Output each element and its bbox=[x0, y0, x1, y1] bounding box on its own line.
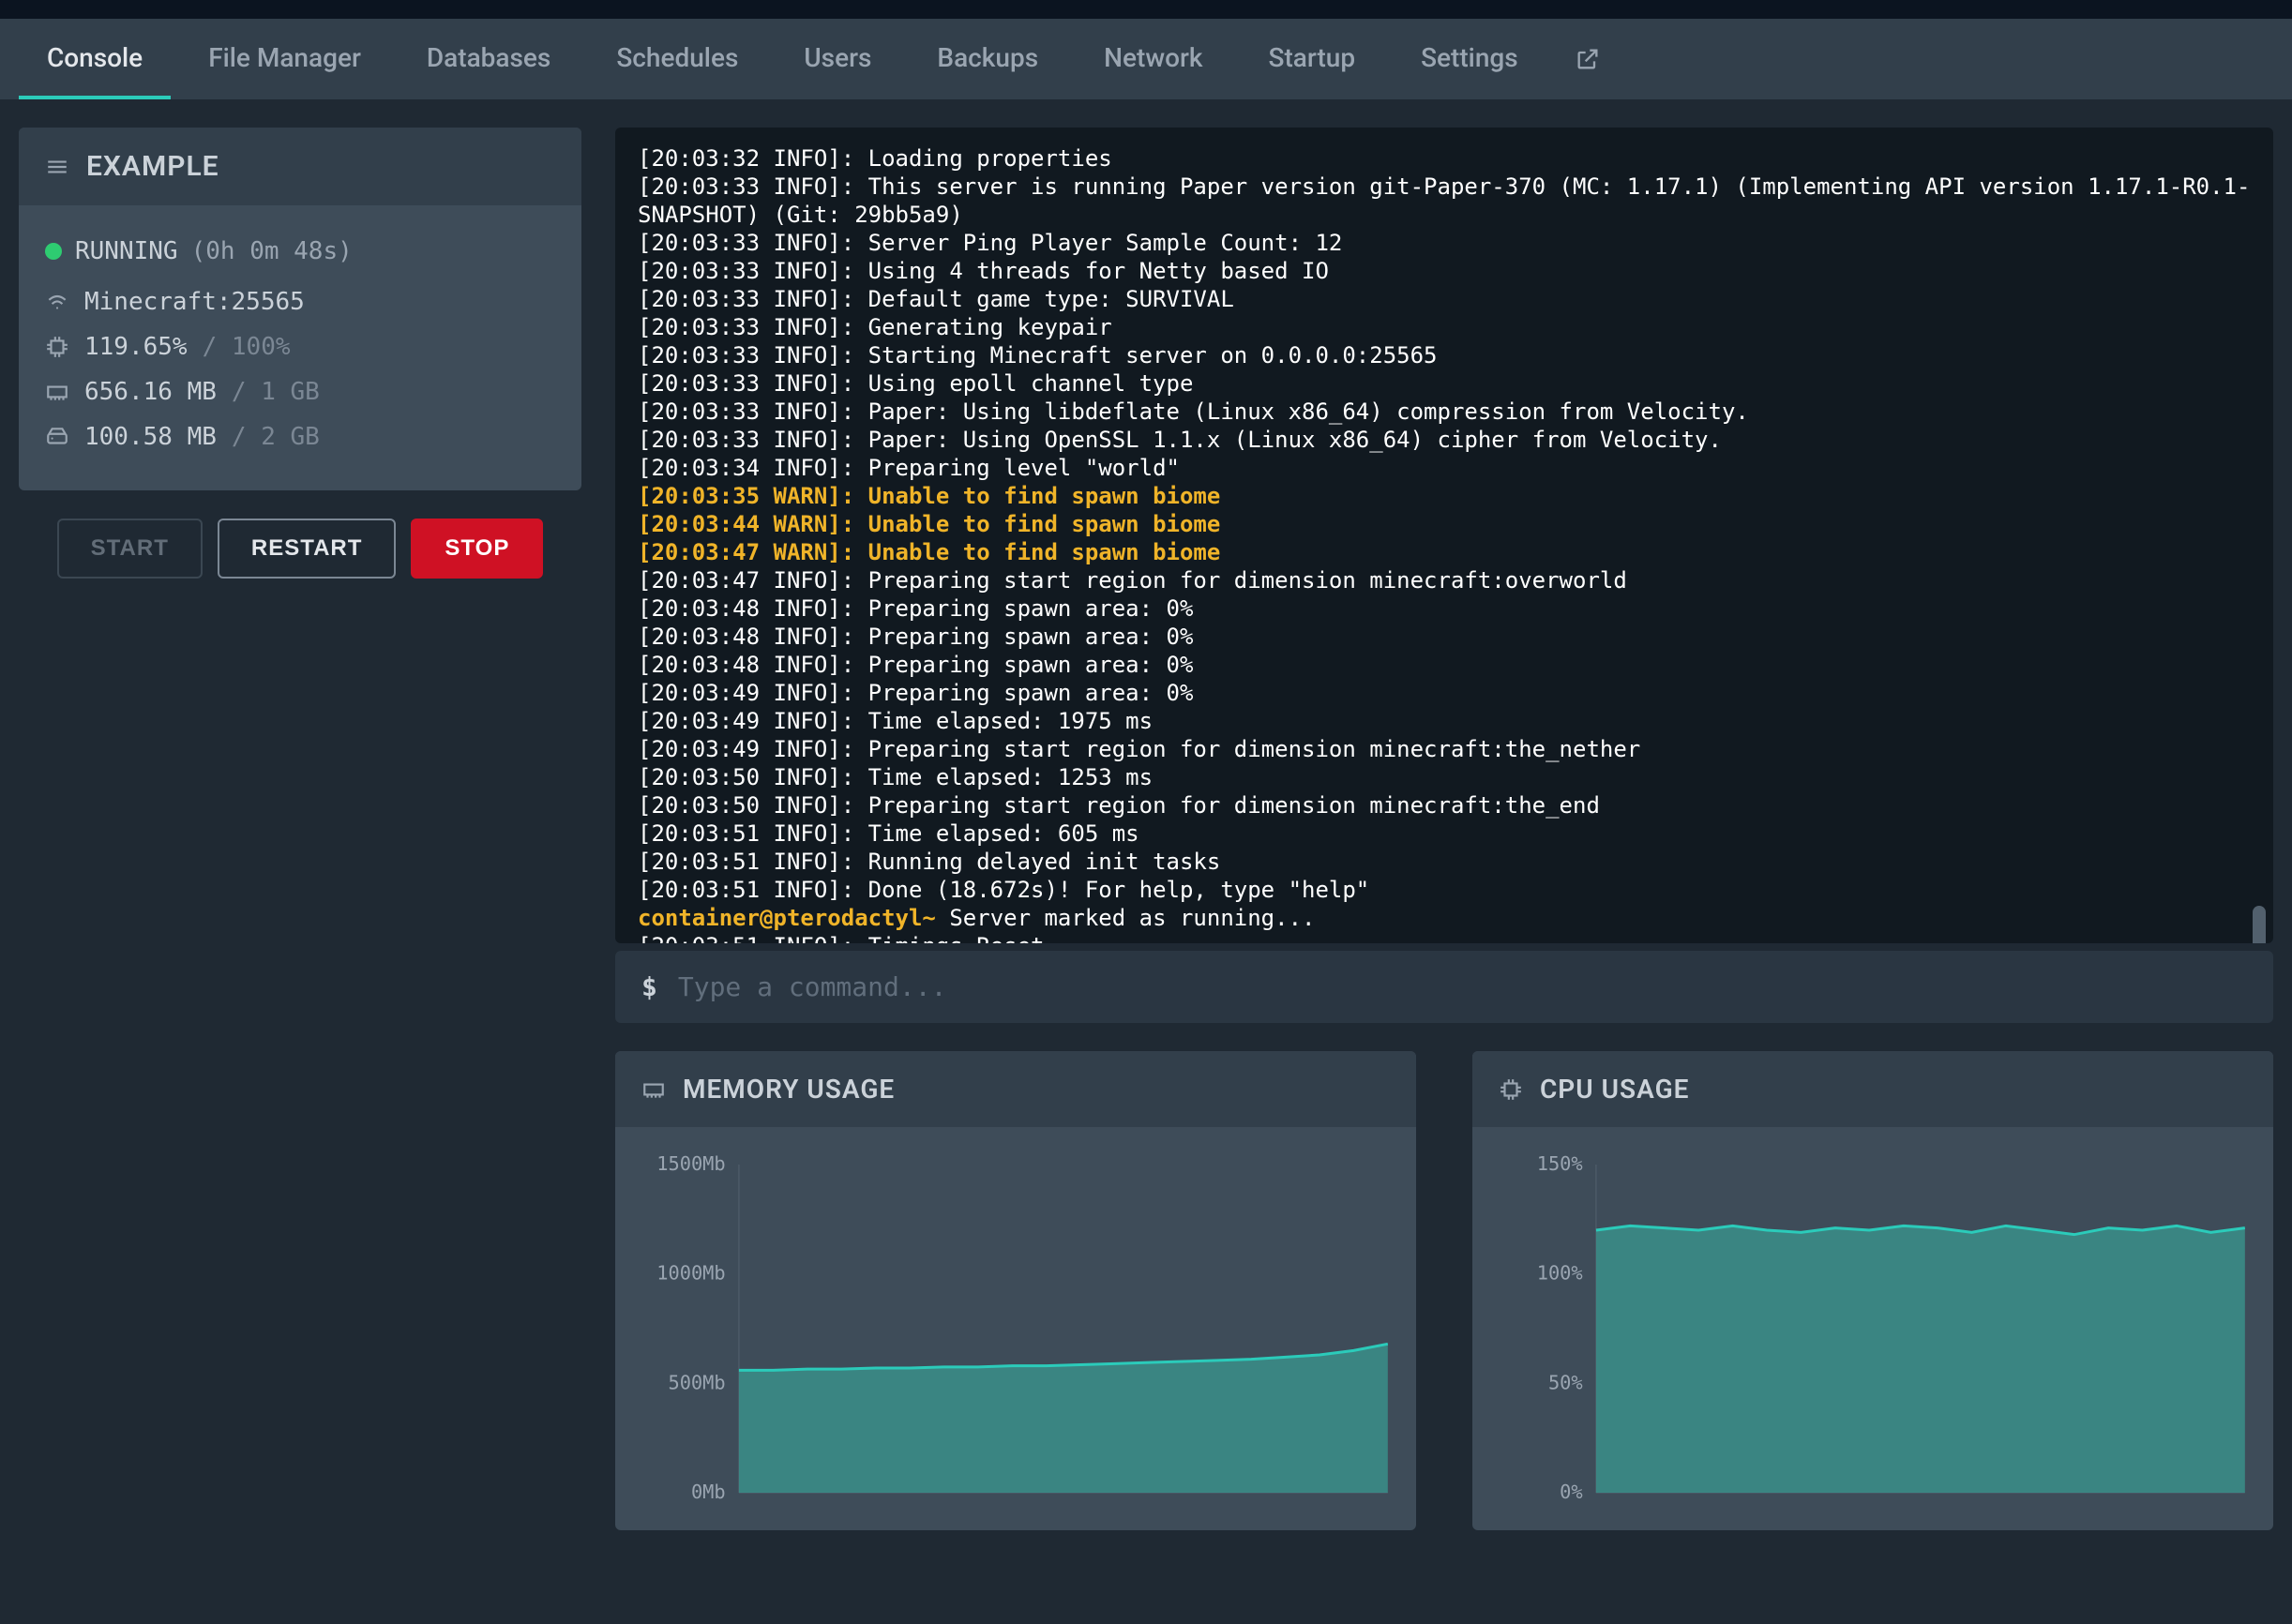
console-line: [20:03:32 INFO]: Loading properties bbox=[638, 144, 2251, 173]
svg-text:50%: 50% bbox=[1548, 1371, 1583, 1393]
chip-icon bbox=[45, 335, 69, 359]
server-card-header: EXAMPLE bbox=[19, 128, 581, 205]
start-button[interactable]: START bbox=[57, 519, 203, 579]
hdd-icon bbox=[45, 425, 69, 449]
external-link-icon[interactable] bbox=[1556, 46, 1620, 72]
tab-network[interactable]: Network bbox=[1076, 19, 1230, 99]
console-line: [20:03:48 INFO]: Preparing spawn area: 0… bbox=[638, 623, 2251, 651]
cpu-chart: 0% 50% 100% 150% bbox=[1491, 1155, 2254, 1502]
console-line: [20:03:33 INFO]: Generating keypair bbox=[638, 313, 2251, 341]
memory-row: 656.16 MB / 1 GB bbox=[45, 378, 555, 406]
cpu-value: 119.65% bbox=[84, 333, 188, 361]
console-line: [20:03:33 INFO]: Server Ping Player Samp… bbox=[638, 229, 2251, 257]
cpu-row: 119.65% / 100% bbox=[45, 333, 555, 361]
status-row: RUNNING (0h 0m 48s) bbox=[45, 237, 555, 265]
console-line: container@pterodactyl~ Server marked as … bbox=[638, 904, 2251, 932]
console-line: [20:03:33 INFO]: Paper: Using OpenSSL 1.… bbox=[638, 426, 2251, 454]
tab-backups[interactable]: Backups bbox=[909, 19, 1066, 99]
navbar: ConsoleFile ManagerDatabasesSchedulesUse… bbox=[0, 19, 2292, 99]
memory-chart: 0Mb 500Mb 1000Mb 1500Mb bbox=[634, 1155, 1397, 1502]
memory-value: 656.16 MB bbox=[84, 378, 217, 406]
memory-chart-card: MEMORY USAGE 0Mb 500Mb 1000Mb 1500Mb bbox=[615, 1051, 1416, 1530]
server-name: EXAMPLE bbox=[86, 150, 219, 183]
console-line: [20:03:51 INFO]: Timings Reset bbox=[638, 932, 2251, 943]
console-line: [20:03:33 INFO]: Using 4 threads for Net… bbox=[638, 257, 2251, 285]
server-card: EXAMPLE RUNNING (0h 0m 48s) Minecraft:25… bbox=[19, 128, 581, 490]
svg-text:1500Mb: 1500Mb bbox=[656, 1155, 725, 1175]
tab-console[interactable]: Console bbox=[19, 19, 171, 99]
console-line: [20:03:47 WARN]: Unable to find spawn bi… bbox=[638, 538, 2251, 566]
tab-schedules[interactable]: Schedules bbox=[588, 19, 766, 99]
command-input[interactable] bbox=[678, 971, 2247, 1002]
console-line: [20:03:34 INFO]: Preparing level "world" bbox=[638, 454, 2251, 482]
disk-limit: / 2 GB bbox=[232, 423, 320, 451]
status-label: RUNNING bbox=[75, 237, 178, 265]
status-dot-icon bbox=[45, 243, 62, 260]
scrollbar-thumb[interactable] bbox=[2253, 906, 2266, 943]
tab-users[interactable]: Users bbox=[776, 19, 899, 99]
tab-startup[interactable]: Startup bbox=[1240, 19, 1383, 99]
console-line: [20:03:33 INFO]: This server is running … bbox=[638, 173, 2251, 229]
console-line: [20:03:33 INFO]: Paper: Using libdeflate… bbox=[638, 398, 2251, 426]
address-value: Minecraft:25565 bbox=[84, 288, 305, 316]
svg-text:0%: 0% bbox=[1560, 1481, 1582, 1502]
memory-chart-title: MEMORY USAGE bbox=[683, 1074, 895, 1105]
svg-text:0Mb: 0Mb bbox=[691, 1481, 726, 1502]
memory-icon bbox=[641, 1077, 666, 1102]
console-line: [20:03:49 INFO]: Preparing start region … bbox=[638, 735, 2251, 763]
prompt-symbol: $ bbox=[641, 971, 657, 1002]
svg-text:500Mb: 500Mb bbox=[668, 1371, 725, 1393]
console-line: [20:03:50 INFO]: Preparing start region … bbox=[638, 791, 2251, 820]
console-line: [20:03:33 INFO]: Default game type: SURV… bbox=[638, 285, 2251, 313]
address-row: Minecraft:25565 bbox=[45, 288, 555, 316]
disk-row: 100.58 MB / 2 GB bbox=[45, 423, 555, 451]
restart-button[interactable]: RESTART bbox=[218, 519, 397, 579]
chip-icon bbox=[1499, 1077, 1523, 1102]
cpu-limit: / 100% bbox=[203, 333, 291, 361]
power-buttons: START RESTART STOP bbox=[19, 490, 581, 588]
console-line: [20:03:33 INFO]: Starting Minecraft serv… bbox=[638, 341, 2251, 369]
wifi-icon bbox=[45, 290, 69, 314]
cpu-chart-card: CPU USAGE 0% 50% 100% 150% bbox=[1472, 1051, 2273, 1530]
tab-file-manager[interactable]: File Manager bbox=[180, 19, 389, 99]
console-line: [20:03:51 INFO]: Done (18.672s)! For hel… bbox=[638, 876, 2251, 904]
layers-icon bbox=[45, 155, 69, 179]
console-line: [20:03:49 INFO]: Time elapsed: 1975 ms bbox=[638, 707, 2251, 735]
console-line: [20:03:48 INFO]: Preparing spawn area: 0… bbox=[638, 651, 2251, 679]
cpu-chart-title: CPU USAGE bbox=[1540, 1074, 1689, 1105]
console-line: [20:03:33 INFO]: Using epoll channel typ… bbox=[638, 369, 2251, 398]
disk-value: 100.58 MB bbox=[84, 423, 217, 451]
svg-text:1000Mb: 1000Mb bbox=[656, 1262, 725, 1285]
console-line: [20:03:49 INFO]: Preparing spawn area: 0… bbox=[638, 679, 2251, 707]
console-line: [20:03:48 INFO]: Preparing spawn area: 0… bbox=[638, 594, 2251, 623]
console-line: [20:03:47 INFO]: Preparing start region … bbox=[638, 566, 2251, 594]
top-strip bbox=[0, 0, 2292, 19]
tab-settings[interactable]: Settings bbox=[1393, 19, 1546, 99]
tab-databases[interactable]: Databases bbox=[399, 19, 579, 99]
console-line: [20:03:44 WARN]: Unable to find spawn bi… bbox=[638, 510, 2251, 538]
console-output: [20:03:32 INFO]: Loading properties[20:0… bbox=[615, 128, 2273, 943]
uptime: (0h 0m 48s) bbox=[191, 237, 353, 265]
stop-button[interactable]: STOP bbox=[411, 519, 543, 579]
console-line: [20:03:50 INFO]: Time elapsed: 1253 ms bbox=[638, 763, 2251, 791]
svg-text:150%: 150% bbox=[1537, 1155, 1583, 1175]
memory-icon bbox=[45, 380, 69, 404]
memory-limit: / 1 GB bbox=[232, 378, 320, 406]
console-line: [20:03:51 INFO]: Time elapsed: 605 ms bbox=[638, 820, 2251, 848]
svg-text:100%: 100% bbox=[1537, 1262, 1583, 1285]
console-line: [20:03:51 INFO]: Running delayed init ta… bbox=[638, 848, 2251, 876]
console-line: [20:03:35 WARN]: Unable to find spawn bi… bbox=[638, 482, 2251, 510]
command-input-row[interactable]: $ bbox=[615, 951, 2273, 1023]
